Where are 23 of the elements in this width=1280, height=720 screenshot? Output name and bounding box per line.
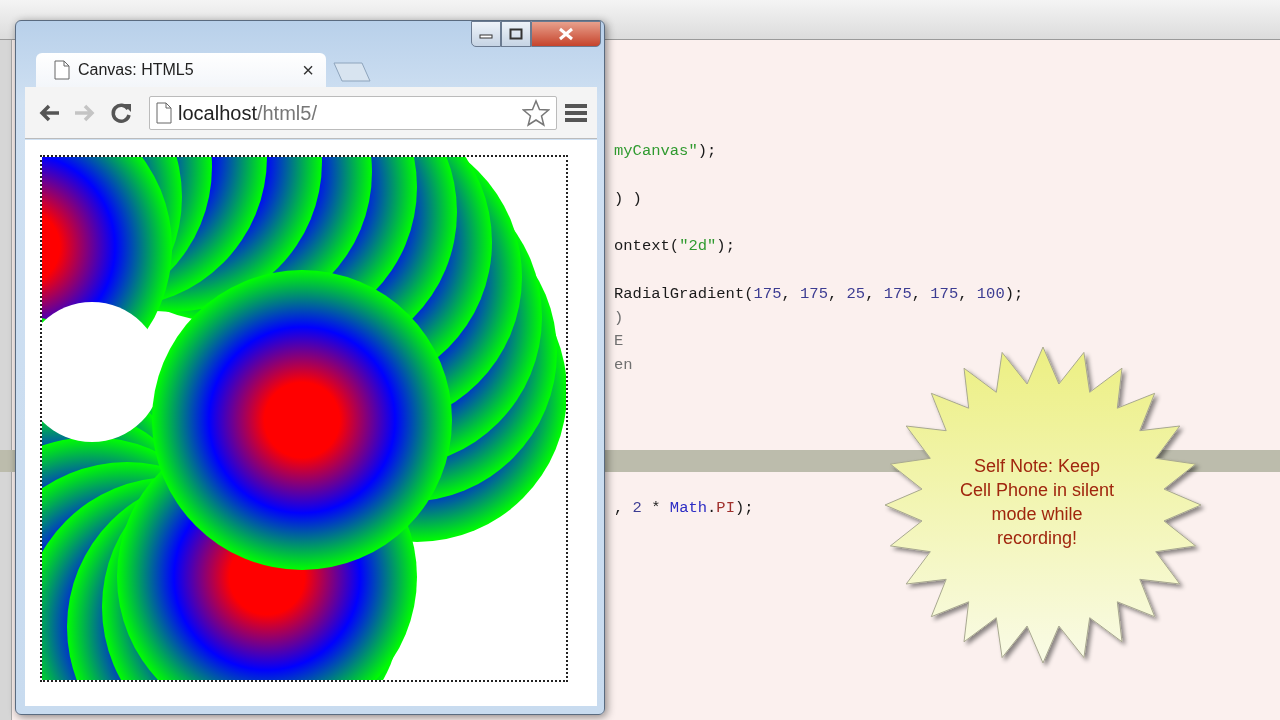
close-button[interactable] <box>531 21 601 47</box>
code-line: ) <box>614 307 624 329</box>
code-line: ) ) <box>614 188 642 210</box>
reload-icon <box>109 100 133 125</box>
address-bar[interactable]: localhost/html5/ <box>149 95 557 130</box>
page-icon <box>156 101 172 124</box>
note-text: Self Note: Keep Cell Phone in silent mode while recording! <box>958 455 1116 550</box>
maximize-button[interactable] <box>501 21 531 47</box>
close-icon <box>558 27 574 41</box>
minimize-button[interactable] <box>471 21 501 47</box>
star-icon[interactable] <box>522 98 550 127</box>
tab-close-button[interactable]: × <box>302 60 314 80</box>
page-icon <box>54 60 70 80</box>
code-line: en <box>614 355 633 377</box>
browser-tab[interactable]: Canvas: HTML5 × <box>36 53 326 87</box>
url-text: localhost/html5/ <box>178 100 318 126</box>
code-line: myCanvas"); <box>614 141 717 162</box>
menu-icon[interactable] <box>565 102 587 123</box>
code-line: ontext("2d"); <box>614 236 735 258</box>
code-line: E <box>614 331 624 353</box>
maximize-icon <box>509 28 523 40</box>
code-line: , 2 * Math.PI); <box>614 498 754 519</box>
code-line: RadialGradient(175, 175, 25, 175, 175, 100); <box>614 283 1024 305</box>
